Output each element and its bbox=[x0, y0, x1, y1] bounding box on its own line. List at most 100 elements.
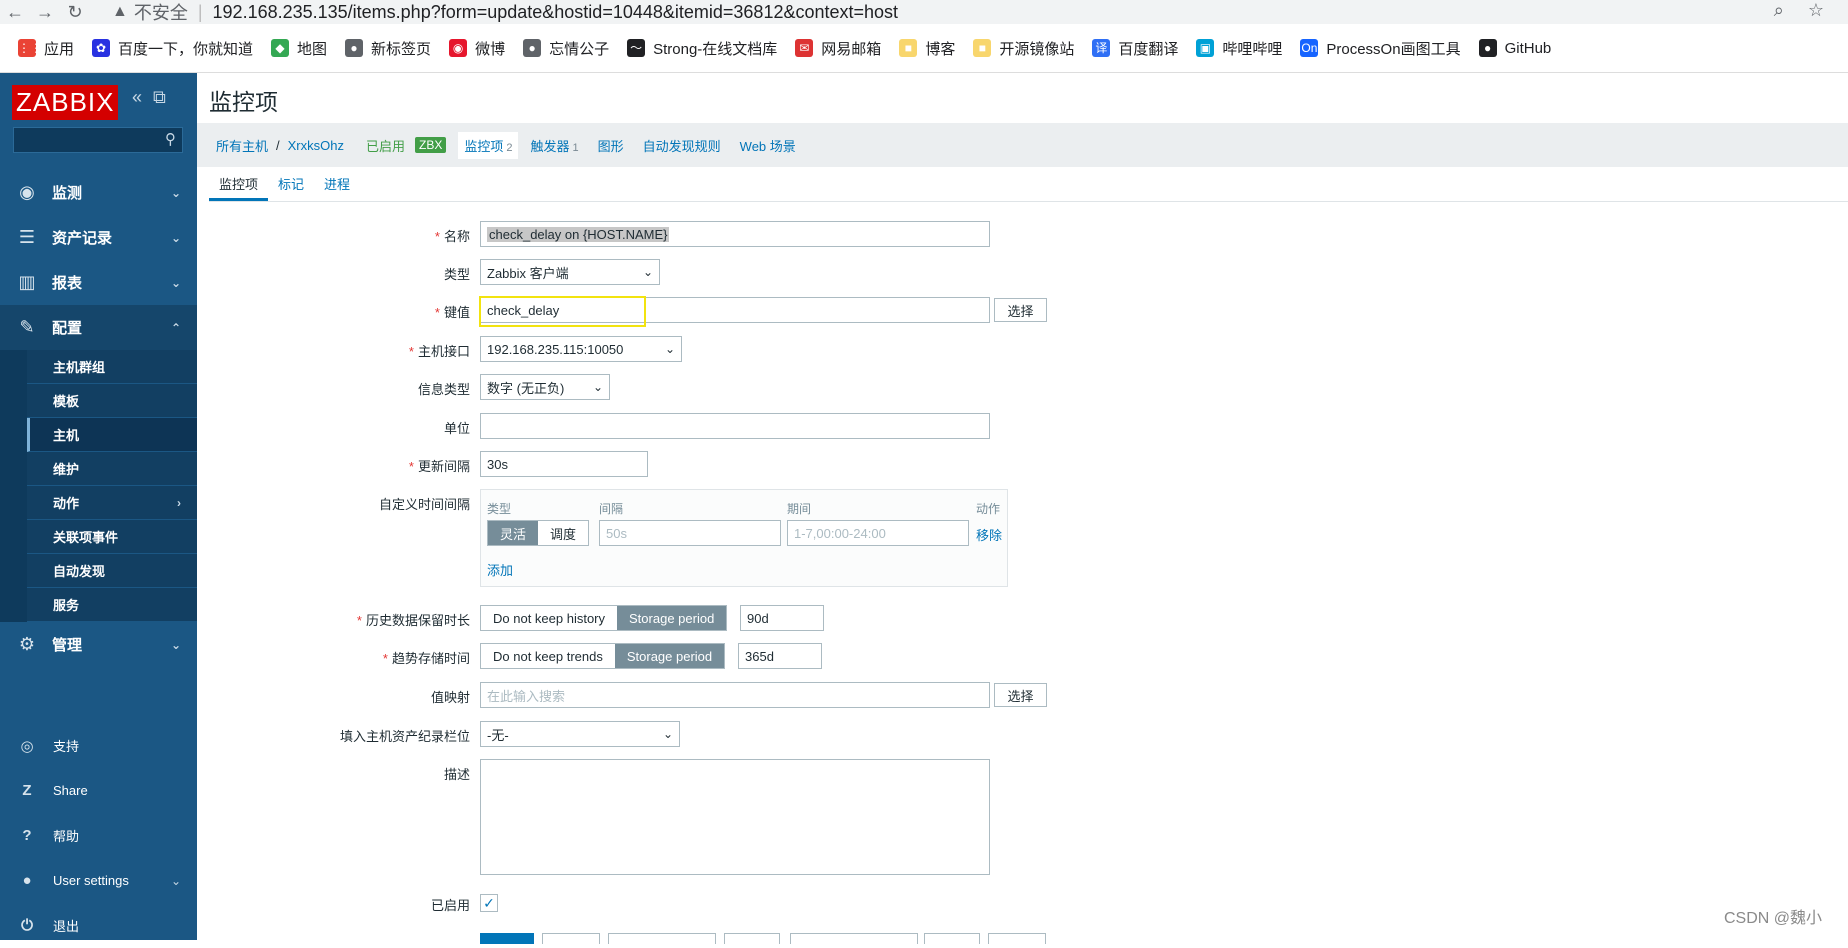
breadcrumb-host[interactable]: XrxksOhz bbox=[288, 138, 344, 153]
bookmark-item[interactable]: 〜 Strong-在线文档库 bbox=[627, 38, 777, 59]
menu-label: 报表 bbox=[52, 275, 83, 292]
history-toggle[interactable]: Do not keep history Storage period bbox=[480, 605, 728, 631]
bookmark-item[interactable]: ✿ 百度一下，你就知道 bbox=[92, 38, 253, 59]
bookmark-item[interactable]: ● 新标签页 bbox=[345, 38, 431, 59]
breadcrumb-all-hosts[interactable]: 所有主机 bbox=[216, 136, 268, 155]
test-button[interactable] bbox=[724, 933, 780, 944]
clone-button[interactable] bbox=[542, 933, 600, 944]
clear-history-button[interactable] bbox=[790, 933, 918, 944]
breadcrumb-items[interactable]: 监控项 2 bbox=[458, 131, 519, 159]
trends-input[interactable]: 365d bbox=[738, 643, 822, 669]
menu-reports[interactable]: ▥ 报表 ⌄ bbox=[0, 260, 197, 305]
bookmark-icon: ■ bbox=[973, 39, 992, 57]
flexible-option[interactable]: 灵活 bbox=[488, 521, 539, 545]
bookmark-item[interactable]: On ProcessOn画图工具 bbox=[1300, 38, 1461, 59]
bookmark-item[interactable]: ● GitHub bbox=[1478, 39, 1551, 57]
bookmark-label: 地图 bbox=[297, 40, 328, 58]
breadcrumb-separator: / bbox=[276, 137, 280, 153]
bookmark-item[interactable]: ⋮⋮ 应用 bbox=[18, 38, 74, 59]
custom-type-toggle[interactable]: 灵活 调度 bbox=[487, 520, 590, 546]
gear-icon: ⚙ bbox=[18, 634, 36, 654]
menu-inventory[interactable]: ☰ 资产记录 ⌄ bbox=[0, 215, 197, 260]
remove-interval-link[interactable]: 移除 bbox=[976, 525, 1002, 544]
breadcrumb-web[interactable]: Web 场景 bbox=[740, 136, 796, 155]
interval-input[interactable]: 30s bbox=[480, 451, 648, 477]
history-input[interactable]: 90d bbox=[740, 605, 824, 631]
valuemap-select-button[interactable]: 选择 bbox=[994, 683, 1047, 707]
zoom-icon[interactable]: ⌕ bbox=[1774, 0, 1784, 21]
bookmark-item[interactable]: ▣ 哔哩哔哩 bbox=[1196, 38, 1282, 59]
type-select[interactable]: Zabbix 客户端 ⌄ bbox=[480, 259, 660, 285]
breadcrumb-graphs[interactable]: 图形 bbox=[598, 136, 624, 155]
custom-interval-input[interactable]: 50s bbox=[599, 520, 781, 546]
units-input[interactable] bbox=[480, 413, 990, 439]
bookmark-item[interactable]: ◆ 地图 bbox=[271, 38, 327, 59]
enabled-checkbox[interactable]: ✓ bbox=[480, 894, 498, 912]
collapse-icon[interactable]: « bbox=[132, 87, 142, 107]
menu-monitoring[interactable]: ◉ 监测 ⌄ bbox=[0, 170, 197, 215]
cancel-button[interactable] bbox=[988, 933, 1046, 944]
menu-administration[interactable]: ⚙ 管理 ⌄ bbox=[0, 622, 197, 667]
trends-do-not-keep[interactable]: Do not keep trends bbox=[481, 644, 615, 668]
interface-select[interactable]: 192.168.235.115:10050 ⌄ bbox=[480, 336, 682, 362]
submenu-maintenance[interactable]: 维护 bbox=[27, 452, 197, 486]
key-select-button[interactable]: 选择 bbox=[994, 298, 1047, 322]
submenu-actions[interactable]: 动作 › bbox=[27, 486, 197, 520]
tab-preprocessing[interactable]: 进程 bbox=[314, 174, 360, 201]
host-status-enabled[interactable]: 已启用 bbox=[366, 136, 405, 155]
submenu-event-correlation[interactable]: 关联项事件 bbox=[27, 520, 197, 554]
submenu-host-groups[interactable]: 主机群组 bbox=[27, 350, 197, 384]
custom-col-period: 期间 bbox=[787, 502, 812, 516]
delete-button[interactable] bbox=[924, 933, 980, 944]
name-input[interactable]: check_delay on {HOST.NAME} bbox=[480, 221, 990, 247]
reload-icon[interactable]: ↻ bbox=[60, 2, 90, 23]
breadcrumb-discovery[interactable]: 自动发现规则 bbox=[643, 136, 721, 155]
search-icon[interactable]: ⚲ bbox=[165, 130, 176, 148]
description-textarea[interactable] bbox=[480, 759, 990, 875]
info-type-select[interactable]: 数字 (无正负) ⌄ bbox=[480, 374, 610, 400]
menu-user-settings[interactable]: ● User settings ⌄ bbox=[0, 858, 197, 903]
submenu-discovery[interactable]: 自动发现 bbox=[27, 554, 197, 588]
menu-help[interactable]: ? 帮助 bbox=[0, 813, 197, 858]
menu-configuration[interactable]: ✎ 配置 ⌃ bbox=[0, 305, 197, 350]
bookmark-item[interactable]: ■ 博客 bbox=[899, 38, 955, 59]
zabbix-logo[interactable]: ZABBIX bbox=[12, 85, 119, 120]
bookmark-label: 网易邮箱 bbox=[821, 40, 882, 58]
history-do-not-keep[interactable]: Do not keep history bbox=[481, 606, 618, 630]
bottom-menu: ◎ 支持 Z Share ? 帮助 ● User settings ⌄ ⏻ 退出 bbox=[0, 723, 197, 948]
bookmark-item[interactable]: 译百度翻译 bbox=[1092, 38, 1178, 59]
star-icon[interactable]: ☆ bbox=[1808, 0, 1824, 21]
menu-logout[interactable]: ⏻ 退出 bbox=[0, 903, 197, 948]
inventory-select[interactable]: -无- ⌄ bbox=[480, 721, 680, 747]
kiosk-icon[interactable]: ⧉ bbox=[153, 87, 166, 107]
address-bar[interactable]: ▲ 不安全 | 192.168.235.135/items.php?form=u… bbox=[112, 0, 898, 25]
bookmark-icon: ● bbox=[523, 39, 542, 57]
valuemap-input[interactable]: 在此输入搜索 bbox=[480, 682, 990, 708]
trends-toggle[interactable]: Do not keep trends Storage period bbox=[480, 643, 726, 669]
menu-label: 资产记录 bbox=[52, 230, 113, 247]
chevron-right-icon: › bbox=[177, 495, 181, 510]
breadcrumb-triggers[interactable]: 触发器 1 bbox=[530, 136, 578, 155]
submenu-services[interactable]: 服务 bbox=[27, 588, 197, 622]
forward-arrow-icon[interactable]: → bbox=[30, 2, 60, 23]
history-storage-period[interactable]: Storage period bbox=[617, 606, 727, 630]
custom-period-input[interactable]: 1-7,00:00-24:00 bbox=[787, 520, 969, 546]
submenu-hosts[interactable]: 主机 bbox=[27, 418, 197, 452]
tab-item[interactable]: 监控项 bbox=[209, 174, 269, 201]
add-interval-link[interactable]: 添加 bbox=[487, 560, 513, 579]
tab-tags[interactable]: 标记 bbox=[268, 174, 314, 201]
sidebar-search-input[interactable]: ⚲ bbox=[13, 127, 183, 153]
bookmark-item[interactable]: ■ 开源镜像站 bbox=[973, 38, 1074, 59]
chevron-down-icon: ⌄ bbox=[170, 275, 181, 290]
bookmark-item[interactable]: ● 忘情公子 bbox=[523, 38, 609, 59]
submenu-templates[interactable]: 模板 bbox=[27, 384, 197, 418]
update-button[interactable] bbox=[480, 933, 534, 944]
scheduling-option[interactable]: 调度 bbox=[538, 521, 589, 545]
bookmark-item[interactable]: ◉ 微博 bbox=[449, 38, 505, 59]
back-arrow-icon[interactable]: ← bbox=[0, 2, 30, 23]
execute-now-button[interactable] bbox=[608, 933, 716, 944]
menu-support[interactable]: ◎ 支持 bbox=[0, 723, 197, 768]
trends-storage-period[interactable]: Storage period bbox=[614, 644, 725, 668]
bookmark-item[interactable]: ✉ 网易邮箱 bbox=[795, 38, 881, 59]
menu-share[interactable]: Z Share bbox=[0, 768, 197, 813]
